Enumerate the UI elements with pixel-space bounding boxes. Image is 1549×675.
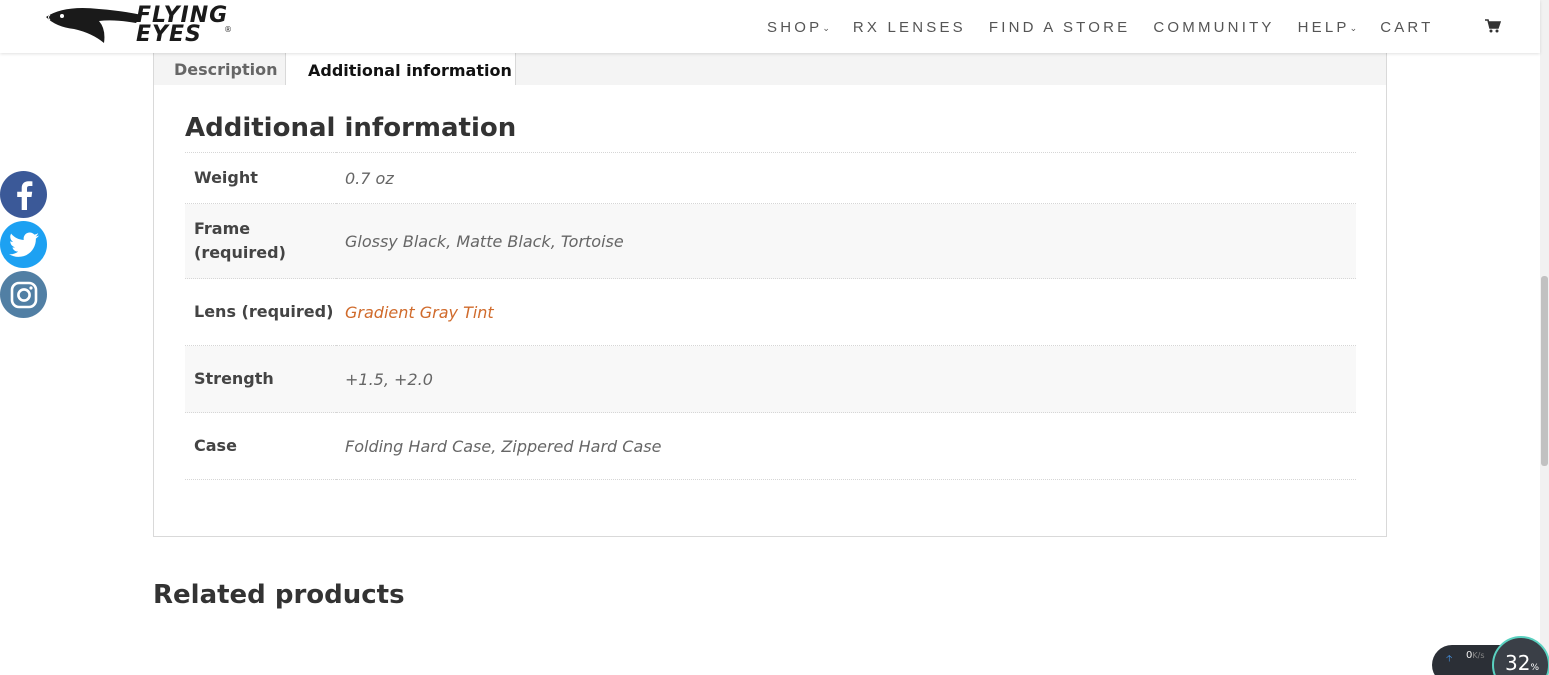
usage-percent-value: 32	[1505, 651, 1531, 675]
chevron-down-icon: ⌄	[1349, 22, 1358, 33]
nav-shop[interactable]: SHOP ⌄	[767, 19, 830, 36]
nav-rx-lenses-label: RX LENSES	[852, 18, 966, 36]
twitter-share-button[interactable]	[0, 221, 47, 268]
additional-information-panel: Additional information Weight 0.7 oz Fra…	[153, 85, 1387, 537]
upload-speed: 0K/s	[1466, 650, 1484, 661]
nav-shop-label: SHOP	[767, 18, 823, 36]
product-tabs: Description Additional information	[153, 53, 1387, 87]
attribute-value: Folding Hard Case, Zippered Hard Case	[336, 412, 1356, 480]
nav-help-label: HELP	[1297, 18, 1350, 36]
flying-eyes-logo[interactable]: FLYING EYES ®	[44, 3, 258, 48]
nav-cart[interactable]: CART	[1380, 19, 1433, 36]
facebook-share-button[interactable]	[0, 171, 47, 218]
scrollbar-thumb[interactable]	[1541, 276, 1548, 466]
attributes-table: Weight 0.7 oz Frame (required) Glossy Bl…	[185, 152, 1356, 480]
table-row: Lens (required) Gradient Gray Tint	[185, 278, 1356, 346]
nav-community-label: COMMUNITY	[1153, 18, 1275, 36]
twitter-icon	[8, 232, 39, 257]
nav-find-a-store-label: FIND A STORE	[988, 18, 1131, 36]
upload-speed-unit: K/s	[1472, 651, 1485, 660]
attribute-label: Strength	[185, 345, 336, 413]
tab-description-label: Description	[174, 60, 278, 79]
attribute-label: Frame (required)	[185, 203, 336, 279]
usage-percent: 32%	[1505, 651, 1539, 675]
nav-rx-lenses[interactable]: RX LENSES	[853, 19, 966, 36]
attribute-label: Lens (required)	[185, 278, 336, 346]
lens-link[interactable]: Gradient Gray Tint	[345, 303, 494, 322]
usage-percent-sign: %	[1530, 663, 1540, 673]
attribute-value: Gradient Gray Tint	[336, 278, 1356, 346]
nav-cart-label: CART	[1380, 18, 1434, 36]
instagram-share-button[interactable]	[0, 271, 47, 318]
table-row: Strength +1.5, +2.0	[185, 345, 1356, 413]
instagram-icon	[10, 281, 37, 308]
attribute-value: Glossy Black, Matte Black, Tortoise	[336, 203, 1356, 279]
attribute-label: Weight	[185, 152, 336, 204]
nav-help[interactable]: HELP ⌄	[1298, 19, 1358, 36]
shopping-cart-icon[interactable]	[1485, 18, 1501, 34]
site-header: FLYING EYES ® SHOP ⌄ RX LENSES FIND A ST…	[0, 0, 1540, 53]
chevron-down-icon: ⌄	[822, 22, 830, 33]
logo-text-eyes: EYES	[136, 22, 202, 47]
tab-additional-information-label: Additional information	[308, 60, 512, 80]
attribute-value: +1.5, +2.0	[336, 345, 1356, 413]
table-row: Frame (required) Glossy Black, Matte Bla…	[185, 203, 1356, 279]
attribute-label: Case	[185, 412, 336, 480]
nav-find-a-store[interactable]: FIND A STORE	[989, 19, 1130, 36]
eagle-logo-icon	[46, 8, 142, 43]
tab-description[interactable]: Description	[174, 53, 277, 86]
main-nav: SHOP ⌄ RX LENSES FIND A STORE COMMUNITY …	[767, 16, 1457, 38]
attribute-value: 0.7 oz	[336, 152, 1356, 204]
table-row: Case Folding Hard Case, Zippered Hard Ca…	[185, 412, 1356, 480]
facebook-icon	[16, 180, 32, 210]
table-row: Weight 0.7 oz	[185, 152, 1356, 204]
page-scrollbar[interactable]	[1540, 0, 1549, 675]
tab-additional-information[interactable]: Additional information	[285, 53, 516, 87]
registered-mark: ®	[224, 25, 232, 34]
panel-title: Additional information	[185, 113, 517, 143]
related-products-heading: Related products	[153, 580, 405, 610]
nav-community[interactable]: COMMUNITY	[1153, 19, 1274, 36]
upload-arrow-icon: 🡡	[1446, 654, 1453, 664]
